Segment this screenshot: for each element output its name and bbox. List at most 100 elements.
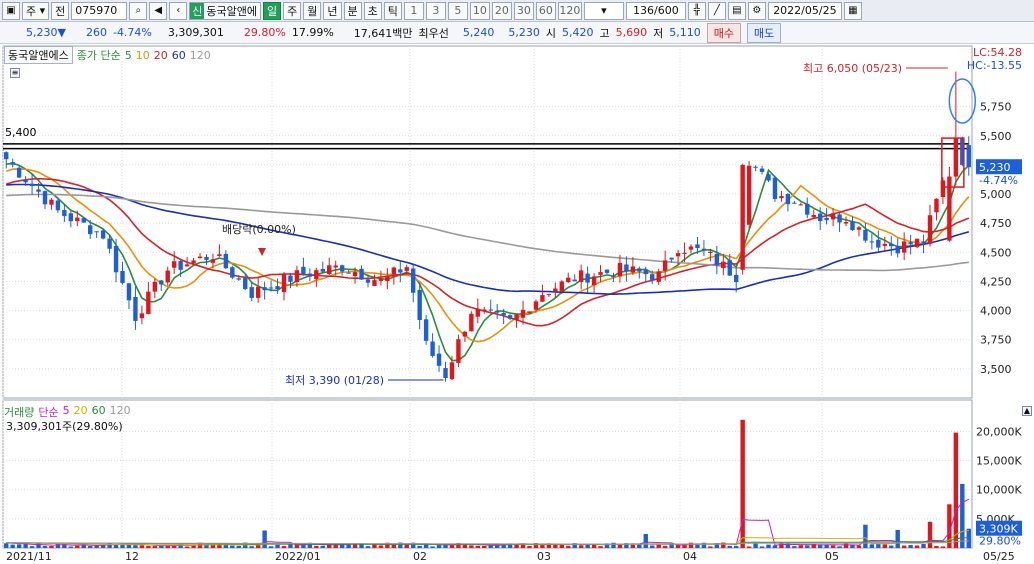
candle-body bbox=[262, 287, 267, 291]
price-tick-label: 5,500 bbox=[980, 130, 1012, 143]
date-tick-label: 2022/01 bbox=[275, 550, 321, 563]
volume-bar bbox=[184, 546, 190, 548]
date-tick-label: 04 bbox=[683, 550, 697, 563]
volume-bars bbox=[4, 419, 971, 548]
candle-body bbox=[204, 256, 209, 260]
volume-bar bbox=[68, 546, 74, 548]
candle-body bbox=[29, 183, 35, 187]
volume-bar bbox=[152, 546, 158, 548]
volume-bar bbox=[650, 545, 655, 548]
candle-body bbox=[643, 269, 648, 275]
volume-bar bbox=[378, 545, 384, 548]
candle-body bbox=[688, 246, 694, 250]
price-tick-label: 3,750 bbox=[980, 334, 1012, 347]
candle-body bbox=[75, 217, 80, 221]
volume-bar bbox=[966, 528, 971, 548]
date-tick-label: 12 bbox=[125, 550, 139, 563]
candle-body bbox=[159, 280, 164, 285]
volume-bar bbox=[417, 545, 422, 548]
candle-body bbox=[49, 199, 54, 205]
volume-bar bbox=[611, 542, 616, 548]
date-tick-label: 02 bbox=[413, 550, 427, 563]
volume-bar bbox=[669, 544, 674, 548]
volume-bar bbox=[934, 545, 939, 548]
legend-stock-name[interactable]: 동국알앤에스 bbox=[4, 46, 73, 64]
volume-bar bbox=[436, 545, 442, 548]
volume-bar bbox=[805, 545, 810, 548]
volume-bar bbox=[262, 530, 267, 548]
volume-bar bbox=[75, 545, 80, 548]
candle-body bbox=[682, 252, 687, 254]
candle-body bbox=[863, 229, 868, 241]
candle-body bbox=[126, 283, 132, 301]
candle-body bbox=[566, 277, 571, 283]
candle-body bbox=[779, 196, 784, 199]
candle-body bbox=[23, 179, 28, 183]
date-tick-label: 2021/11 bbox=[6, 550, 52, 563]
volume-total: 3,309,301주(29.80%) bbox=[6, 420, 123, 433]
volume-tick-label: 10,000K bbox=[976, 484, 1022, 497]
candle-body bbox=[346, 272, 351, 274]
candle-body bbox=[107, 238, 112, 249]
candle-body bbox=[55, 200, 61, 211]
volume-bar bbox=[643, 534, 648, 548]
volume-bar bbox=[940, 546, 946, 548]
candle-body bbox=[352, 272, 358, 277]
candle-body bbox=[339, 265, 345, 272]
candle-body bbox=[798, 204, 804, 206]
volume-bar bbox=[482, 545, 487, 548]
candle-body bbox=[10, 162, 15, 165]
volume-tick-label: 15,000K bbox=[976, 455, 1022, 468]
volume-bar bbox=[320, 545, 325, 548]
volume-bar bbox=[598, 546, 603, 548]
candle-body bbox=[740, 164, 745, 270]
candle-body bbox=[391, 267, 397, 275]
candle-body bbox=[708, 251, 713, 253]
candle-body bbox=[843, 222, 849, 224]
candle-body bbox=[404, 267, 409, 271]
candle-body bbox=[100, 230, 106, 239]
volume-bar bbox=[469, 545, 474, 548]
volume-bar bbox=[869, 544, 875, 548]
volume-bar bbox=[727, 545, 732, 548]
candle-body bbox=[417, 289, 422, 320]
candle-body bbox=[210, 259, 216, 263]
candle-body bbox=[824, 217, 829, 221]
candle-body bbox=[817, 213, 823, 222]
candle-body bbox=[139, 313, 145, 319]
candle-body bbox=[68, 213, 74, 222]
candle-body bbox=[16, 167, 22, 178]
volume-bar bbox=[88, 546, 93, 548]
candle-body bbox=[514, 314, 519, 320]
candle-body bbox=[598, 272, 603, 275]
volume-bar bbox=[740, 419, 745, 548]
candle-body bbox=[230, 267, 235, 278]
candle-body bbox=[398, 269, 403, 273]
candle-body bbox=[217, 254, 222, 256]
candle-body bbox=[378, 278, 384, 281]
candle-body bbox=[727, 260, 732, 276]
candle-body bbox=[443, 368, 448, 378]
highlight-ellipse bbox=[948, 78, 977, 124]
legend-ma20: 20 bbox=[153, 48, 168, 62]
candle-body bbox=[301, 266, 306, 275]
candle-body bbox=[656, 271, 661, 282]
candle-body bbox=[669, 257, 674, 260]
candle-body bbox=[475, 308, 481, 317]
candle-body bbox=[908, 242, 913, 245]
volume-bar bbox=[4, 543, 9, 548]
candle-body bbox=[385, 275, 390, 282]
stock-chart[interactable]: 5,7505,5005,2505,0004,7504,5004,2504,000… bbox=[0, 0, 1034, 564]
candle-body bbox=[178, 260, 183, 270]
candle-body bbox=[81, 218, 86, 223]
candle-body bbox=[837, 214, 842, 223]
ma10-line bbox=[5, 168, 970, 343]
price-tick-label: 3,500 bbox=[980, 363, 1012, 376]
candle-body bbox=[650, 274, 655, 280]
candle-body bbox=[591, 276, 597, 286]
candle-body bbox=[805, 203, 810, 215]
candle-body bbox=[850, 221, 855, 231]
volume-bar bbox=[617, 544, 623, 548]
volume-bar bbox=[953, 432, 959, 548]
candle-body bbox=[243, 277, 248, 290]
